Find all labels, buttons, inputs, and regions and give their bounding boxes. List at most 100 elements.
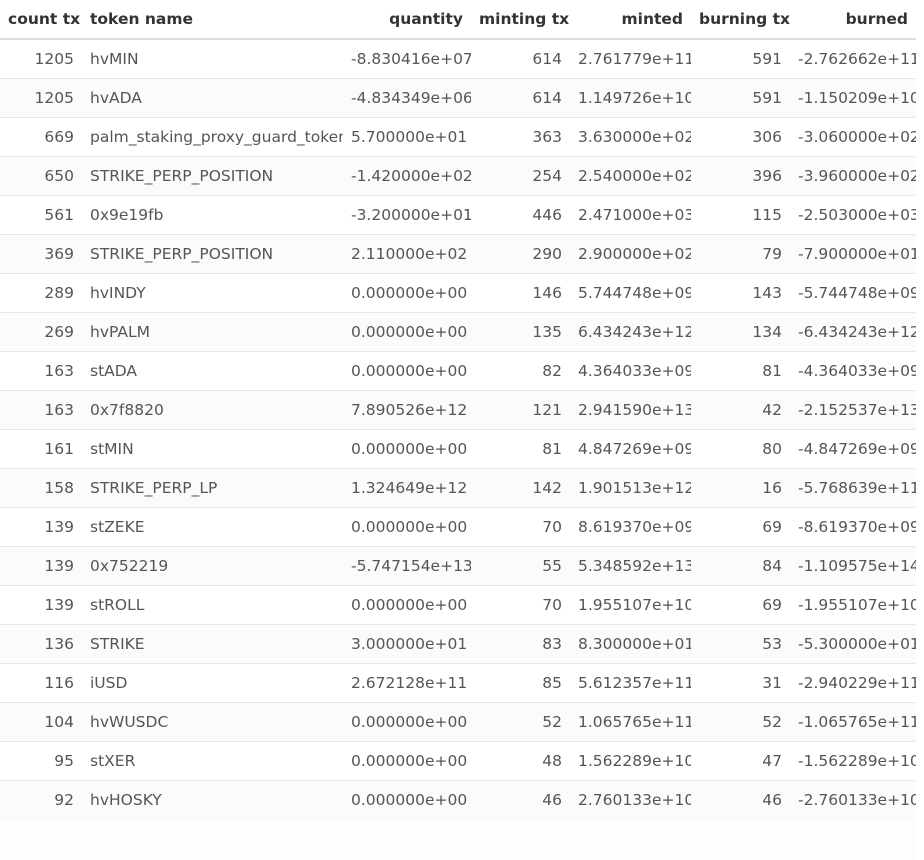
cell-count-tx: 163 — [0, 351, 82, 391]
cell-minting-tx: 48 — [471, 741, 570, 781]
token-table-container: count tx token name quantity minting tx … — [0, 0, 916, 860]
cell-quantity: 2.110000e+02 — [343, 234, 471, 274]
cell-quantity: 7.890526e+12 — [343, 390, 471, 430]
cell-token-name: hvWUSDC — [82, 702, 343, 742]
cell-minting-tx: 55 — [471, 546, 570, 586]
cell-burning-tx: 53 — [691, 624, 790, 664]
cell-burning-tx: 69 — [691, 585, 790, 625]
cell-quantity: 3.000000e+01 — [343, 624, 471, 664]
cell-minted: 2.900000e+02 — [570, 234, 691, 274]
cell-minting-tx: 614 — [471, 39, 570, 79]
cell-token-name: STRIKE_PERP_POSITION — [82, 156, 343, 196]
header-minted[interactable]: minted — [570, 0, 691, 40]
cell-count-tx: 163 — [0, 390, 82, 430]
cell-count-tx: 669 — [0, 117, 82, 157]
cell-count-tx: 139 — [0, 546, 82, 586]
cell-burned: -6.434243e+12 — [790, 312, 916, 352]
table-row: 116 iUSD 2.672128e+11 85 5.612357e+11 31 -2.94… — [0, 663, 916, 703]
cell-token-name: stROLL — [82, 585, 343, 625]
header-burned[interactable]: burned — [790, 0, 916, 40]
cell-minted: 4.364033e+09 — [570, 351, 691, 391]
header-quantity[interactable]: quantity — [343, 0, 471, 40]
cell-quantity: 0.000000e+00 — [343, 273, 471, 313]
cell-minting-tx: 446 — [471, 195, 570, 235]
table-row: 92 hvHOSKY 0.000000e+00 46 2.760133e+10 46 -2.… — [0, 780, 916, 819]
table-row: 139 0x752219 -5.747154e+13 55 5.348592e+13 84… — [0, 546, 916, 586]
cell-burned: -2.760133e+10 — [790, 780, 916, 819]
header-count-tx[interactable]: count tx — [0, 0, 82, 40]
cell-minting-tx: 52 — [471, 702, 570, 742]
cell-count-tx: 561 — [0, 195, 82, 235]
cell-minted: 2.760133e+10 — [570, 780, 691, 819]
cell-minted: 1.901513e+12 — [570, 468, 691, 508]
cell-quantity: 2.672128e+11 — [343, 663, 471, 703]
cell-quantity: 0.000000e+00 — [343, 780, 471, 819]
table-row: 158 STRIKE_PERP_LP 1.324649e+12 142 1.901513… — [0, 468, 916, 508]
table-row: 136 STRIKE 3.000000e+01 83 8.300000e+01 53 -5.… — [0, 624, 916, 664]
cell-minted: 2.471000e+03 — [570, 195, 691, 235]
cell-quantity: -1.420000e+02 — [343, 156, 471, 196]
cell-quantity: -5.747154e+13 — [343, 546, 471, 586]
cell-quantity: 0.000000e+00 — [343, 429, 471, 469]
cell-burned: -7.900000e+01 — [790, 234, 916, 274]
header-token-name[interactable]: token name — [82, 0, 343, 40]
table-row: 1205 hvADA -4.834349e+06 614 1.149726e+10 591… — [0, 78, 916, 118]
cell-burned: -8.619370e+09 — [790, 507, 916, 547]
cell-minted: 8.300000e+01 — [570, 624, 691, 664]
cell-minted: 5.612357e+11 — [570, 663, 691, 703]
cell-burning-tx: 79 — [691, 234, 790, 274]
cell-token-name: hvMIN — [82, 39, 343, 79]
cell-count-tx: 269 — [0, 312, 82, 352]
table-row: 95 stXER 0.000000e+00 48 1.562289e+10 47 -1.56… — [0, 741, 916, 781]
cell-quantity: 5.700000e+01 — [343, 117, 471, 157]
cell-burning-tx: 396 — [691, 156, 790, 196]
cell-burning-tx: 81 — [691, 351, 790, 391]
cell-minting-tx: 121 — [471, 390, 570, 430]
cell-quantity: 0.000000e+00 — [343, 312, 471, 352]
cell-burned: -3.960000e+02 — [790, 156, 916, 196]
cell-burning-tx: 80 — [691, 429, 790, 469]
cell-burning-tx: 591 — [691, 39, 790, 79]
cell-burned: -5.300000e+01 — [790, 624, 916, 664]
cell-minting-tx: 135 — [471, 312, 570, 352]
cell-burning-tx: 46 — [691, 780, 790, 819]
table-row: 650 STRIKE_PERP_POSITION -1.420000e+02 254 2… — [0, 156, 916, 196]
cell-minting-tx: 70 — [471, 585, 570, 625]
cell-minting-tx: 614 — [471, 78, 570, 118]
cell-quantity: 0.000000e+00 — [343, 351, 471, 391]
header-burning-tx[interactable]: burning tx — [691, 0, 790, 40]
header-row: count tx token name quantity minting tx … — [0, 0, 916, 40]
cell-burned: -2.152537e+13 — [790, 390, 916, 430]
cell-burning-tx: 52 — [691, 702, 790, 742]
cell-burned: -1.065765e+11 — [790, 702, 916, 742]
table-row: 1205 hvMIN -8.830416e+07 614 2.761779e+11 591… — [0, 39, 916, 79]
cell-token-name: hvPALM — [82, 312, 343, 352]
cell-quantity: 1.324649e+12 — [343, 468, 471, 508]
table-row: 104 hvWUSDC 0.000000e+00 52 1.065765e+11 52 -1… — [0, 702, 916, 742]
header-minting-tx[interactable]: minting tx — [471, 0, 570, 40]
table-row: 139 stROLL 0.000000e+00 70 1.955107e+10 69 -1.… — [0, 585, 916, 625]
cell-token-name: stZEKE — [82, 507, 343, 547]
cell-burning-tx: 115 — [691, 195, 790, 235]
cell-count-tx: 289 — [0, 273, 82, 313]
cell-minted: 1.562289e+10 — [570, 741, 691, 781]
cell-burned: -1.955107e+10 — [790, 585, 916, 625]
cell-quantity: 0.000000e+00 — [343, 585, 471, 625]
cell-burned: -4.847269e+09 — [790, 429, 916, 469]
cell-minting-tx: 70 — [471, 507, 570, 547]
cell-token-name: 0x9e19fb — [82, 195, 343, 235]
cell-burned: -2.503000e+03 — [790, 195, 916, 235]
cell-count-tx: 95 — [0, 741, 82, 781]
cell-minting-tx: 142 — [471, 468, 570, 508]
cell-burned: -2.940229e+11 — [790, 663, 916, 703]
cell-minted: 5.348592e+13 — [570, 546, 691, 586]
cell-burned: -3.060000e+02 — [790, 117, 916, 157]
cell-minted: 4.847269e+09 — [570, 429, 691, 469]
table-row: 139 stZEKE 0.000000e+00 70 8.619370e+09 69 -8.… — [0, 507, 916, 547]
cell-burning-tx: 143 — [691, 273, 790, 313]
cell-minted: 2.540000e+02 — [570, 156, 691, 196]
cell-token-name: stADA — [82, 351, 343, 391]
cell-quantity: -4.834349e+06 — [343, 78, 471, 118]
cell-burning-tx: 42 — [691, 390, 790, 430]
cell-count-tx: 104 — [0, 702, 82, 742]
